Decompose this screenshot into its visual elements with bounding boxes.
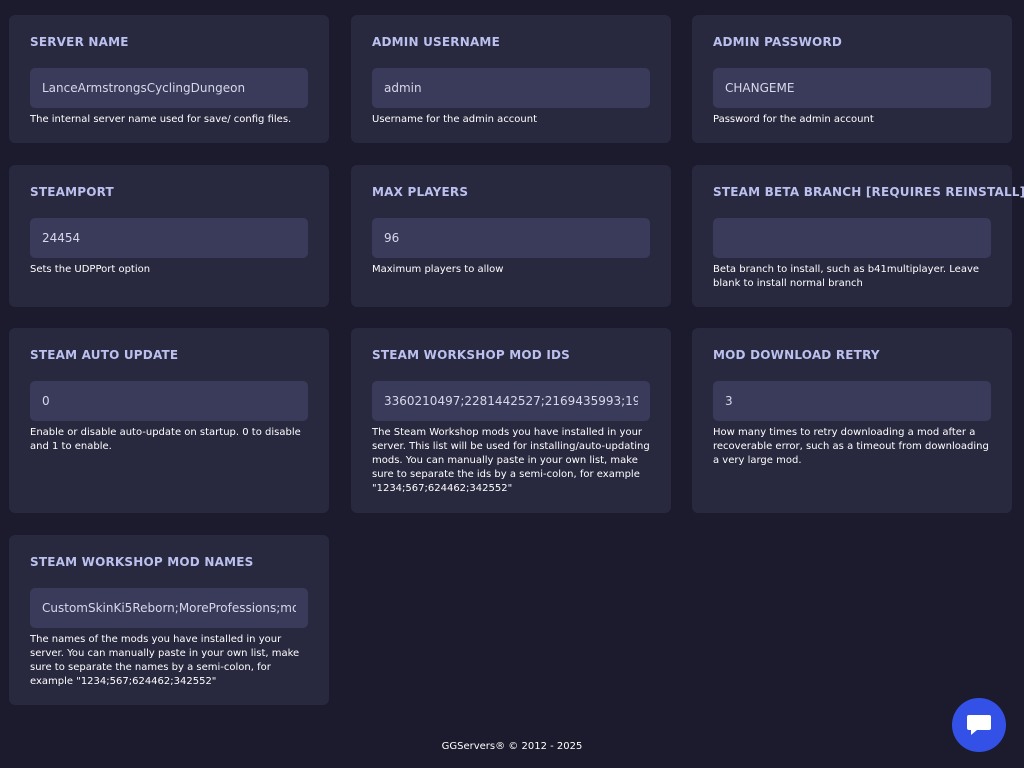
admin-password-card: ADMIN PASSWORD Password for the admin ac… bbox=[692, 15, 1012, 143]
admin-password-description: Password for the admin account bbox=[713, 114, 874, 125]
steam-beta-branch-title: STEAM BETA BRANCH [REQUIRES REINSTALL] bbox=[713, 185, 1024, 199]
steam-beta-branch-card: STEAM BETA BRANCH [REQUIRES REINSTALL] B… bbox=[692, 165, 1024, 307]
max-players-description: Maximum players to allow bbox=[372, 264, 504, 275]
settings-page: SERVER NAME The internal server name use… bbox=[0, 0, 1024, 768]
max-players-input[interactable] bbox=[372, 218, 650, 258]
steam-auto-update-card: STEAM AUTO UPDATE Enable or disable auto… bbox=[9, 328, 329, 513]
admin-username-title: ADMIN USERNAME bbox=[372, 35, 500, 49]
server-name-title: SERVER NAME bbox=[30, 35, 129, 49]
steam-beta-branch-input[interactable] bbox=[713, 218, 991, 258]
server-name-description: The internal server name used for save/ … bbox=[30, 114, 292, 125]
steamport-description: Sets the UDPPort option bbox=[30, 264, 151, 275]
chat-button[interactable] bbox=[952, 698, 1006, 752]
max-players-title: MAX PLAYERS bbox=[372, 185, 469, 199]
chat-icon bbox=[967, 715, 991, 735]
steam-auto-update-description: Enable or disable auto-update on startup… bbox=[30, 427, 301, 452]
steam-workshop-mod-names-title: STEAM WORKSHOP MOD NAMES bbox=[30, 555, 254, 569]
steamport-input[interactable] bbox=[30, 218, 308, 258]
admin-password-input[interactable] bbox=[713, 68, 991, 108]
steam-workshop-mod-ids-description: The Steam Workshop mods you have install… bbox=[372, 427, 650, 494]
steam-workshop-mod-names-description: The names of the mods you have installed… bbox=[30, 634, 300, 687]
admin-username-description: Username for the admin account bbox=[372, 114, 538, 125]
server-name-input[interactable] bbox=[30, 68, 308, 108]
steamport-title: STEAMPORT bbox=[30, 185, 114, 199]
steam-workshop-mod-ids-card: STEAM WORKSHOP MOD IDS The Steam Worksho… bbox=[351, 328, 671, 513]
steam-workshop-mod-ids-title: STEAM WORKSHOP MOD IDS bbox=[372, 348, 571, 362]
admin-username-card: ADMIN USERNAME Username for the admin ac… bbox=[351, 15, 671, 143]
steam-beta-branch-description: Beta branch to install, such as b41multi… bbox=[713, 264, 980, 289]
steam-workshop-mod-ids-input[interactable] bbox=[372, 381, 650, 421]
mod-download-retry-title: MOD DOWNLOAD RETRY bbox=[713, 348, 880, 362]
steam-workshop-mod-names-card: STEAM WORKSHOP MOD NAMES The names of th… bbox=[9, 535, 329, 705]
steam-auto-update-title: STEAM AUTO UPDATE bbox=[30, 348, 179, 362]
max-players-card: MAX PLAYERS Maximum players to allow bbox=[351, 165, 671, 307]
mod-download-retry-card: MOD DOWNLOAD RETRY How many times to ret… bbox=[692, 328, 1012, 513]
admin-password-title: ADMIN PASSWORD bbox=[713, 35, 843, 49]
mod-download-retry-input[interactable] bbox=[713, 381, 991, 421]
steam-auto-update-input[interactable] bbox=[30, 381, 308, 421]
steamport-card: STEAMPORT Sets the UDPPort option bbox=[9, 165, 329, 307]
footer-copyright: GGServers® © 2012 - 2025 bbox=[441, 741, 583, 752]
admin-username-input[interactable] bbox=[372, 68, 650, 108]
steam-workshop-mod-names-input[interactable] bbox=[30, 588, 308, 628]
server-name-card: SERVER NAME The internal server name use… bbox=[9, 15, 329, 143]
mod-download-retry-description: How many times to retry downloading a mo… bbox=[713, 427, 989, 466]
